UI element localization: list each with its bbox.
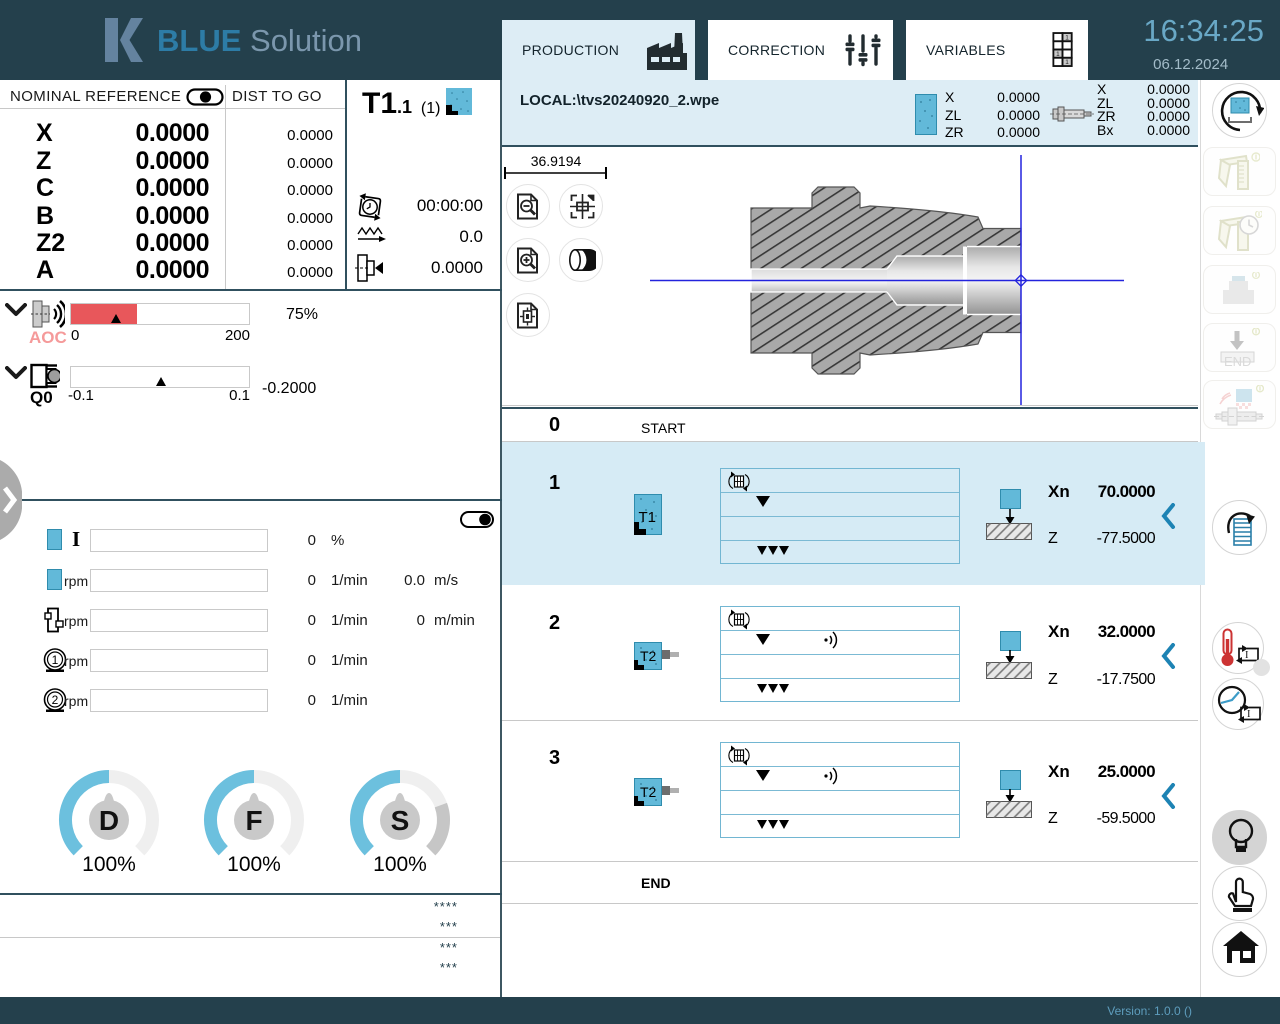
svg-text:S: S <box>391 805 410 836</box>
svg-text:1: 1 <box>1065 34 1069 41</box>
svg-text:T2: T2 <box>640 784 657 800</box>
svg-text:D: D <box>99 805 119 836</box>
svg-text:T1: T1 <box>639 509 657 526</box>
svg-text:I: I <box>1247 709 1251 720</box>
svg-text:END: END <box>1224 354 1251 369</box>
svg-text:1: 1 <box>1056 51 1060 58</box>
svg-text:I: I <box>1245 650 1249 661</box>
svg-text:1: 1 <box>52 653 59 667</box>
svg-text:F: F <box>245 805 262 836</box>
svg-text:T2: T2 <box>640 648 657 664</box>
svg-text:1: 1 <box>1065 59 1069 66</box>
svg-text:2: 2 <box>52 693 59 707</box>
